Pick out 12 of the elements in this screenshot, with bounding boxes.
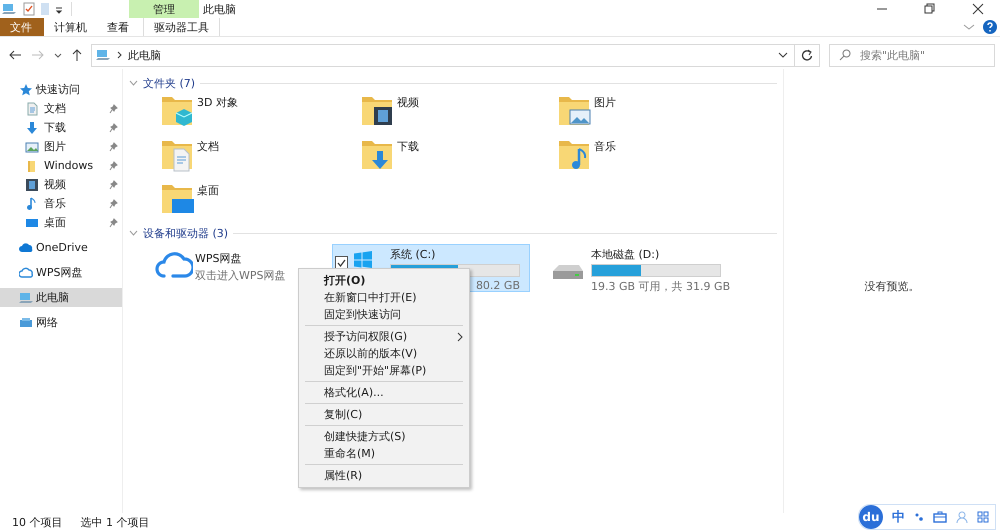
- status-text: 选中 1 个项目: [80, 514, 150, 530]
- drive-name: WPS网盘: [195, 251, 242, 266]
- preview-message: 没有预览。: [864, 278, 920, 294]
- drive-description: 双击进入WPS网盘: [195, 268, 286, 283]
- contextual-tab-header: 管理: [129, 0, 199, 18]
- status-text: 10 个项目: [12, 514, 62, 530]
- address-path: 此电脑: [128, 48, 161, 62]
- drive-name: 本地磁盘 (D:): [591, 247, 660, 262]
- drive-usage: 19.3 GB 可用，共 31.9 GB: [591, 279, 730, 294]
- drive-usage: 80.2 GB: [476, 279, 520, 292]
- drive-name: 系统 (C:): [390, 247, 436, 262]
- window-title: 此电脑: [203, 2, 236, 16]
